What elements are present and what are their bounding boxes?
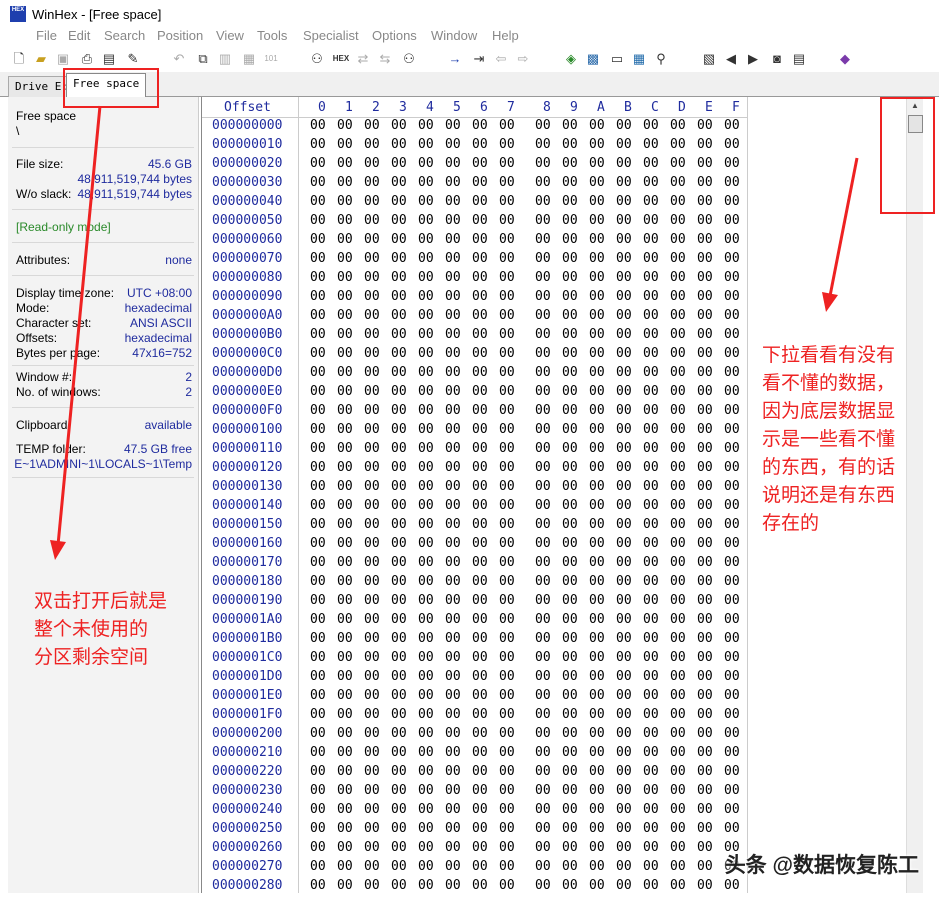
right-arrow-line [828,157,859,297]
left-annotation: 双击打开后就是 整个未使用的 分区剩余空间 [34,591,168,668]
right-annotation: 下拉看看有没有 看不懂的数据， 因为底层数据显 示是一些看不懂 的东西，有的话 … [762,345,896,534]
left-arrow-line [56,105,102,546]
left-arrow-head [50,540,66,560]
right-arrow-head [822,292,838,312]
watermark: 头条 @数据恢复陈工 [724,854,919,877]
